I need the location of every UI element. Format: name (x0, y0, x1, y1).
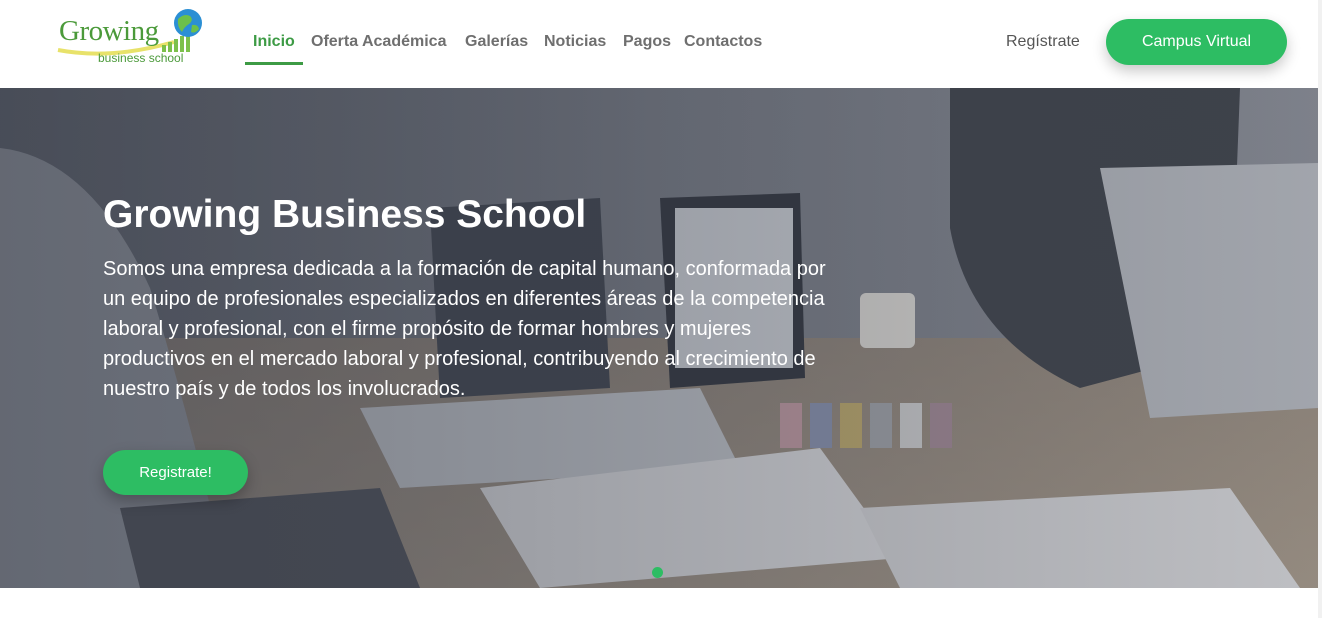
site-header: Growing business school Inicio Oferta Ac… (0, 0, 1318, 88)
nav-item-inicio[interactable]: Inicio (253, 31, 295, 53)
page-scrollbar[interactable] (1318, 0, 1322, 618)
nav-item-galerias[interactable]: Galerías (465, 31, 528, 53)
carousel-indicator-dot[interactable] (652, 567, 663, 578)
nav-item-noticias[interactable]: Noticias (544, 31, 606, 53)
register-link[interactable]: Regístrate (1006, 31, 1080, 53)
nav-active-indicator (245, 62, 303, 65)
nav-item-contactos[interactable]: Contactos (684, 31, 762, 53)
hero-description: Somos una empresa dedicada a la formació… (103, 258, 826, 400)
nav-item-pagos[interactable]: Pagos (623, 31, 671, 53)
nav-item-oferta-academica[interactable]: Oferta Académica (311, 31, 446, 53)
hero-banner: Growing Business School Somos una empres… (0, 88, 1318, 588)
campus-virtual-button[interactable]: Campus Virtual (1106, 19, 1287, 65)
globe-icon (174, 9, 202, 37)
logo-wordmark: Growing (59, 15, 159, 47)
brand-logo[interactable]: Growing business school (56, 6, 208, 68)
register-cta-button[interactable]: Registrate! (103, 450, 248, 495)
logo-tagline: business school (98, 51, 184, 65)
hero-title: Growing Business School (103, 193, 587, 236)
